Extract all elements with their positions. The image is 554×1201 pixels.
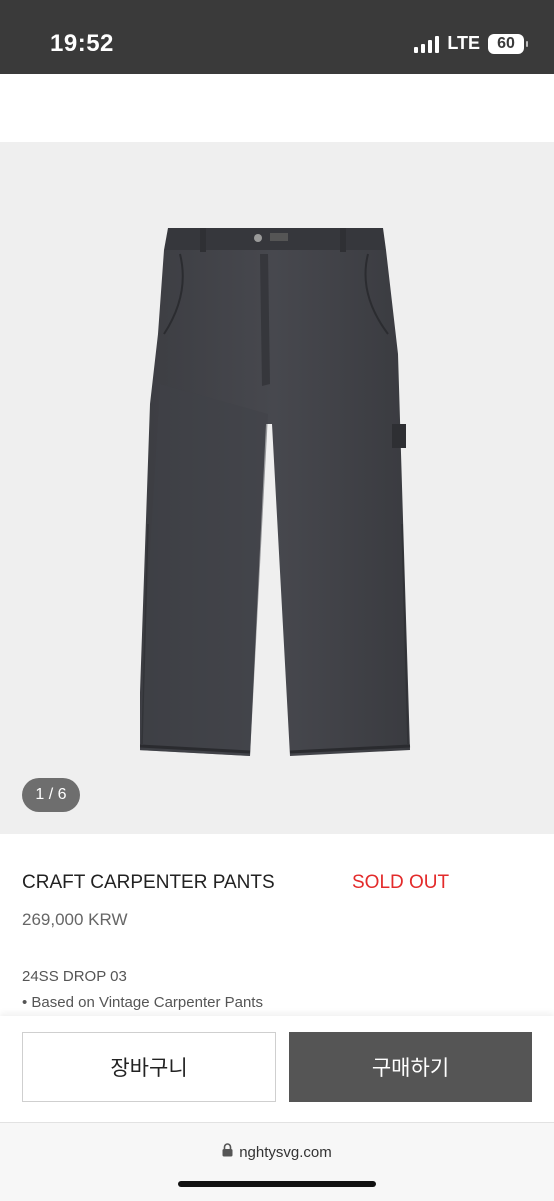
image-counter: 1 / 6 — [22, 778, 80, 812]
product-price: 269,000 KRW — [22, 910, 128, 929]
url-display[interactable]: nghtysvg.com — [0, 1143, 554, 1161]
sold-out-badge: SOLD OUT — [352, 872, 450, 893]
lock-icon — [222, 1143, 233, 1161]
product-description: • Based on Vintage Carpenter Pants — [22, 994, 263, 1011]
home-indicator[interactable] — [178, 1181, 376, 1187]
product-title: CRAFT CARPENTER PANTS — [22, 872, 275, 893]
url-text: nghtysvg.com — [239, 1143, 332, 1161]
status-bar: 19:52 LTE 60 — [0, 0, 554, 74]
browser-address-bar[interactable]: nghtysvg.com — [0, 1122, 554, 1201]
battery-level: 60 — [497, 34, 515, 52]
purchase-action-bar: 장바구니 구매하기 — [0, 1016, 554, 1122]
buy-now-button[interactable]: 구매하기 — [289, 1032, 532, 1102]
signal-icon — [414, 35, 440, 53]
network-type: LTE — [447, 33, 480, 53]
product-drop: 24SS DROP 03 — [22, 968, 127, 985]
status-time: 19:52 — [50, 30, 114, 57]
add-to-cart-button[interactable]: 장바구니 — [22, 1032, 276, 1102]
product-image-gallery[interactable]: 1 / 6 — [0, 142, 554, 834]
product-image — [140, 228, 411, 756]
page-header — [0, 74, 554, 142]
battery-icon: 60 — [488, 33, 528, 54]
status-indicators: LTE 60 — [414, 33, 528, 54]
